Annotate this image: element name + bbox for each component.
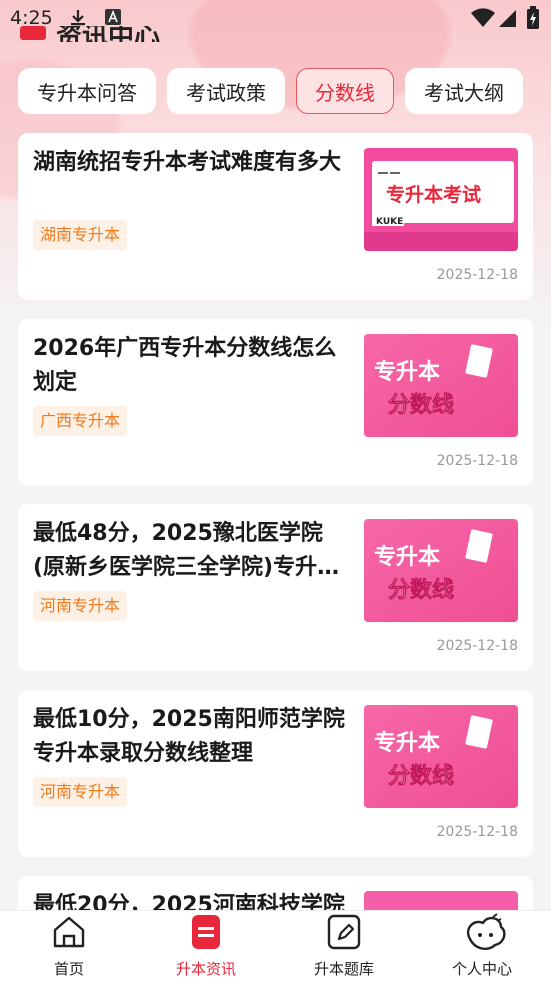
thumb-line2: 分数线 bbox=[388, 392, 454, 418]
article-tag: 湖南专升本 bbox=[33, 220, 128, 250]
article-thumbnail: 专升本 分数线 bbox=[364, 519, 518, 622]
thumb-line2: 分数线 bbox=[388, 577, 454, 603]
article-tag: 河南专升本 bbox=[33, 591, 128, 621]
battery-icon bbox=[526, 6, 540, 34]
article-thumbnail: 专升本考试 KUKE bbox=[364, 148, 518, 251]
article-card[interactable]: 湖南统招专升本考试难度有多大 湖南专升本 2025-12-18 专升本考试 KU… bbox=[18, 133, 533, 300]
nav-question-bank[interactable]: 升本题库 bbox=[289, 911, 399, 982]
article-date: 2025-12-18 bbox=[436, 824, 518, 840]
article-card[interactable]: 2026年广西专升本分数线怎么划定 广西专升本 2025-12-18 专升本 分… bbox=[18, 319, 533, 486]
thumb-brand: KUKE bbox=[376, 217, 403, 227]
article-date: 2025-12-18 bbox=[436, 267, 518, 283]
article-title: 最低48分，2025豫北医学院(原新乡医学院三全学院)专升… bbox=[33, 521, 340, 580]
thumb-line1: 专升本 bbox=[374, 544, 440, 570]
tab-qa[interactable]: 专升本问答 bbox=[18, 68, 156, 114]
nav-profile[interactable]: 个人中心 bbox=[427, 911, 537, 982]
article-card[interactable]: 最低10分，2025南阳师范学院专升本录取分数线整理 河南专升本 2025-12… bbox=[18, 690, 533, 857]
profile-icon bbox=[463, 913, 506, 951]
nav-home[interactable]: 首页 bbox=[14, 911, 124, 982]
tab-syllabus[interactable]: 考试大纲 bbox=[405, 68, 523, 114]
news-icon bbox=[187, 913, 225, 951]
bottom-nav: 首页 升本资讯 升本题库 个人中心 bbox=[0, 910, 551, 982]
article-title: 最低20分，2025河南科技学院 bbox=[33, 893, 345, 910]
article-thumbnail bbox=[364, 891, 518, 910]
article-date: 2025-12-18 bbox=[436, 453, 518, 469]
article-thumbnail: 专升本 分数线 bbox=[364, 705, 518, 808]
tab-score-line[interactable]: 分数线 bbox=[296, 68, 394, 114]
tab-policy[interactable]: 考试政策 bbox=[167, 68, 285, 114]
nav-label: 首页 bbox=[53, 960, 84, 978]
logo-icon bbox=[20, 26, 46, 40]
wifi-icon bbox=[470, 8, 496, 32]
article-card[interactable]: 最低20分，2025河南科技学院 bbox=[18, 876, 533, 910]
article-title: 2026年广西专升本分数线怎么划定 bbox=[33, 336, 337, 395]
article-title: 湖南统招专升本考试难度有多大 bbox=[33, 150, 342, 175]
signal-icon bbox=[498, 8, 518, 32]
page-title: 资讯中心 bbox=[56, 26, 161, 42]
home-icon bbox=[50, 913, 88, 951]
thumb-line2: 分数线 bbox=[388, 763, 454, 789]
article-tag: 河南专升本 bbox=[33, 777, 128, 807]
thumb-line1: 专升本 bbox=[374, 730, 440, 756]
thumb-line1: 专升本 bbox=[374, 359, 440, 385]
article-title: 最低10分，2025南阳师范学院专升本录取分数线整理 bbox=[33, 707, 345, 766]
article-date: 2025-12-18 bbox=[436, 638, 518, 654]
article-tag: 广西专升本 bbox=[33, 406, 128, 436]
edit-icon bbox=[325, 913, 363, 951]
nav-news[interactable]: 升本资讯 bbox=[151, 911, 261, 982]
page-header: 资讯中心 bbox=[20, 26, 170, 42]
nav-label: 升本资讯 bbox=[175, 960, 236, 978]
article-thumbnail: 专升本 分数线 bbox=[364, 334, 518, 437]
nav-label: 升本题库 bbox=[313, 960, 374, 978]
article-card[interactable]: 最低48分，2025豫北医学院(原新乡医学院三全学院)专升… 河南专升本 202… bbox=[18, 504, 533, 671]
category-tabs: 专升本问答 考试政策 分数线 考试大纲 bbox=[18, 68, 538, 116]
nav-label: 个人中心 bbox=[451, 960, 512, 978]
thumb-text: 专升本考试 bbox=[386, 183, 481, 206]
